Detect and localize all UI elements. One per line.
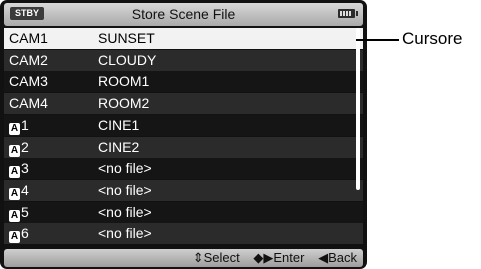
card-slot-badge: A — [9, 144, 20, 157]
list-item[interactable]: A 5 <no file> — [4, 201, 363, 223]
item-value: <no file> — [98, 225, 152, 242]
item-name: A6 — [9, 223, 29, 244]
list-item[interactable]: A 6 <no file> — [4, 223, 363, 245]
item-name: CAM4 — [9, 93, 48, 114]
item-name-text: 6 — [21, 225, 29, 242]
item-value: <no file> — [98, 182, 152, 199]
cursor-callout-label: Cursore — [402, 29, 463, 48]
card-slot-badge: A — [9, 166, 20, 179]
item-value: ROOM2 — [98, 95, 150, 112]
item-name: A4 — [9, 180, 29, 201]
item-name-text: CAM1 — [9, 30, 48, 46]
select-hint: ⇕Select — [192, 250, 240, 265]
card-slot-badge: A — [9, 231, 20, 244]
item-name: CAM2 — [9, 50, 48, 71]
item-name-text: 1 — [21, 116, 29, 133]
item-name: A5 — [9, 202, 29, 223]
item-value: ROOM1 — [98, 73, 150, 90]
list-item[interactable]: CAM4 ROOM2 — [4, 93, 363, 115]
item-name: CAM1 — [9, 28, 48, 49]
cursor-callout-line — [356, 39, 399, 41]
item-value: CINE1 — [98, 116, 140, 133]
item-name-text: CAM4 — [9, 95, 48, 112]
scrollbar[interactable] — [356, 28, 360, 190]
item-value: CINE2 — [98, 138, 140, 155]
list-item[interactable]: A 2 CINE2 — [4, 136, 363, 158]
item-name: A3 — [9, 158, 29, 179]
back-hint: ◀Back — [318, 250, 357, 265]
item-name: CAM3 — [9, 71, 48, 92]
battery-icon — [338, 9, 358, 18]
card-slot-badge: A — [9, 188, 20, 201]
item-name-text: 4 — [21, 182, 29, 199]
list-item[interactable]: A 1 CINE1 — [4, 114, 363, 136]
item-name-text: CAM2 — [9, 51, 48, 68]
list-item[interactable]: A 4 <no file> — [4, 180, 363, 202]
list-item[interactable]: CAM3 ROOM1 — [4, 71, 363, 93]
card-slot-badge: A — [9, 122, 20, 135]
item-name-text: 3 — [21, 160, 29, 177]
scene-file-list: CAM1 SUNSET CAM2 CLOUDY CAM3 ROOM1 CAM4 ROOM2 A 1… — [4, 28, 363, 245]
item-name-text: CAM3 — [9, 73, 48, 90]
item-value: SUNSET — [98, 30, 155, 46]
operation-guide-bar: ⇕Select ◆▶Enter ◀Back — [4, 249, 363, 267]
item-value: CLOUDY — [98, 51, 157, 68]
card-slot-badge: A — [9, 209, 20, 222]
item-name-text: 2 — [21, 138, 29, 155]
item-name: A2 — [9, 137, 29, 158]
item-value: <no file> — [98, 203, 152, 220]
item-value: <no file> — [98, 160, 152, 177]
list-item[interactable]: CAM2 CLOUDY — [4, 49, 363, 71]
item-name-text: 5 — [21, 203, 29, 220]
menu-title: Store Scene File — [131, 6, 236, 22]
item-name: A1 — [9, 115, 29, 136]
list-item[interactable]: CAM1 SUNSET — [4, 28, 363, 49]
enter-hint: ◆▶Enter — [253, 250, 305, 265]
menu-title-bar: STBY Store Scene File — [4, 3, 363, 26]
list-item[interactable]: A 3 <no file> — [4, 158, 363, 180]
camera-menu-screen: STBY Store Scene File CAM1 SUNSET CAM2 CLOU… — [0, 0, 367, 269]
